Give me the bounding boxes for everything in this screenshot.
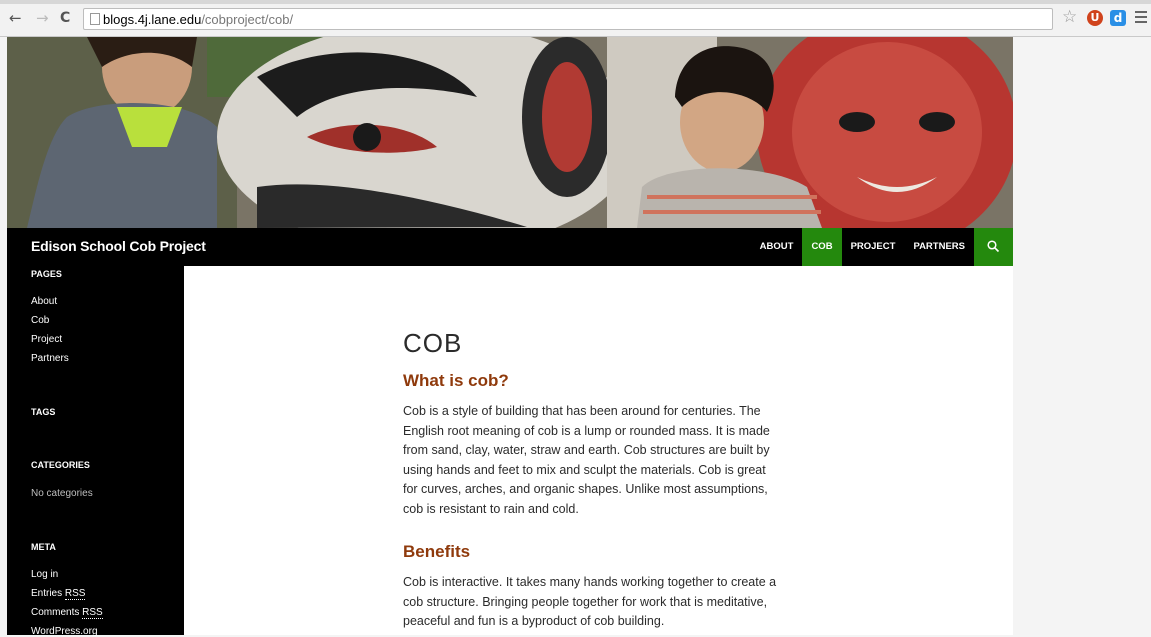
address-bar[interactable]: blogs.4j.lane.edu/cobproject/cob/ [83,8,1053,30]
sidebar: Pages About Cob Project Partners Tags Ca… [7,266,184,637]
search-toggle[interactable] [974,228,1013,266]
nav-item-partners[interactable]: Partners [904,228,974,266]
primary-nav: About Cob Project Partners [751,228,974,266]
reload-button[interactable]: C [60,11,70,26]
no-categories-text: No categories [31,488,93,499]
heading-what-is-cob: What is cob? [403,371,509,390]
meta-entries-label: Entries [31,588,63,599]
meta-link-comments-rss[interactable]: Comments RSS [31,607,103,619]
header-image[interactable] [7,37,1013,228]
nav-item-project[interactable]: Project [842,228,905,266]
widget-title-pages: Pages [31,269,62,279]
widget-title-categories: Categories [31,460,90,470]
meta-comments-label: Comments [31,607,80,618]
site-header: Edison School Cob Project About Cob Proj… [7,228,1013,266]
site: Edison School Cob Project About Cob Proj… [7,37,1013,637]
url-text[interactable]: blogs.4j.lane.edu/cobproject/cob/ [103,12,293,27]
header-photo-graphic [7,37,1013,228]
extension-red-icon[interactable]: U [1087,10,1103,26]
extension-blue-icon[interactable]: d [1110,10,1126,26]
nav-item-cob[interactable]: Cob [802,228,842,266]
page-title: COB [403,328,463,358]
widget-title-tags: Tags [31,407,56,417]
widget-title-meta: Meta [31,542,56,552]
meta-entries-rss-abbr: RSS [64,588,86,600]
paragraph-what-is-cob: Cob is a style of building that has been… [403,404,770,516]
paragraph-benefits: Cob is interactive. It takes many hands … [403,575,777,628]
sidebar-link-project[interactable]: Project [31,334,62,345]
browser-menu-icon[interactable] [1135,11,1147,26]
back-button[interactable]: ← [9,11,22,26]
url-host: blogs.4j.lane.edu [103,12,202,27]
meta-comments-rss-abbr: RSS [82,607,103,619]
page-icon [90,13,100,25]
search-icon [987,240,1000,253]
meta-link-entries-rss[interactable]: Entries RSS [31,588,86,600]
browser-toolbar: ← → C blogs.4j.lane.edu/cobproject/cob/ … [0,0,1151,37]
forward-button[interactable]: → [36,11,49,26]
nav-item-about[interactable]: About [751,228,803,266]
page-background-right [1013,37,1151,635]
sidebar-link-about[interactable]: About [31,296,57,307]
meta-link-wordpress[interactable]: WordPress.org [31,626,98,637]
url-path: /cobproject/cob/ [201,12,294,27]
site-title[interactable]: Edison School Cob Project [31,238,206,254]
meta-link-login[interactable]: Log in [31,569,58,580]
sidebar-link-partners[interactable]: Partners [31,353,69,364]
heading-benefits: Benefits [403,542,471,561]
tab-strip [0,0,1151,4]
bookmark-star-icon[interactable]: ☆ [1062,8,1077,26]
sidebar-link-cob[interactable]: Cob [31,315,49,326]
